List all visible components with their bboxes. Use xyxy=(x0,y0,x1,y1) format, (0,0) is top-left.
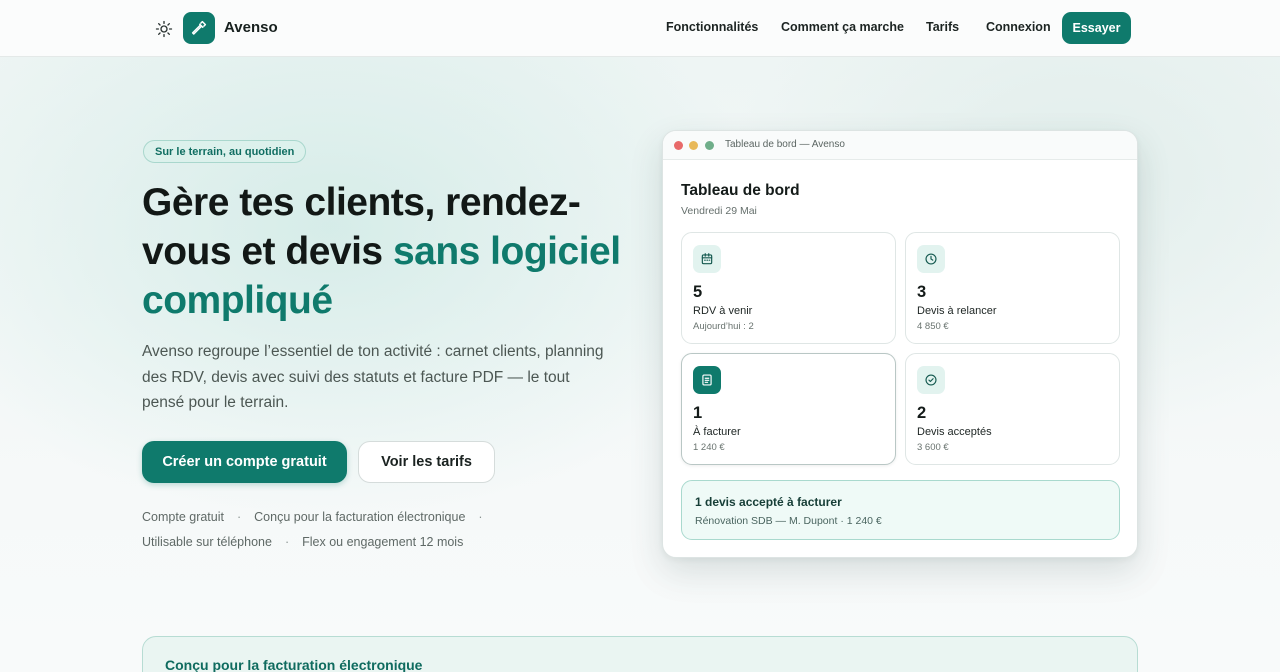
window-close-dot xyxy=(674,141,683,150)
alert-subtitle: Rénovation SDB — M. Dupont · 1 240 € xyxy=(695,515,882,527)
card-icon-container xyxy=(693,366,721,394)
section-title: Conçu pour la facturation électronique xyxy=(165,657,423,672)
card-value: 3 xyxy=(917,283,927,301)
theme-toggle-button[interactable] xyxy=(153,18,175,40)
window-title: Tableau de bord — Avenso xyxy=(725,139,845,150)
e-invoicing-section: Conçu pour la facturation électronique xyxy=(142,636,1138,672)
document-icon xyxy=(702,374,712,386)
window-titlebar: Tableau de bord — Avenso xyxy=(663,131,1137,160)
nav-try-button[interactable]: Essayer xyxy=(1062,12,1131,44)
stat-card-devis-acceptes[interactable]: 2 Devis acceptés 3 600 € xyxy=(905,353,1120,465)
alert-title: 1 devis accepté à facturer xyxy=(695,495,842,509)
hammer-icon xyxy=(191,20,207,35)
dashboard-preview-window: Tableau de bord — Avenso Tableau de bord… xyxy=(662,130,1138,558)
brand-name[interactable]: Avenso xyxy=(224,19,278,36)
hero-badge: Sur le terrain, au quotidien xyxy=(143,140,307,163)
nav-link-comment-ca-marche[interactable]: Comment ça marche xyxy=(781,20,904,34)
card-value: 5 xyxy=(693,283,703,301)
feature-separator: · xyxy=(284,535,290,549)
card-icon-container xyxy=(693,245,721,273)
card-label: Devis acceptés xyxy=(917,426,992,438)
card-icon-container xyxy=(917,245,945,273)
view-pricing-button[interactable]: Voir les tarifs xyxy=(358,441,495,483)
dashboard-title: Tableau de bord xyxy=(681,182,800,199)
window-minimize-dot xyxy=(689,141,698,150)
hero-headline: Gère tes clients, rendez-vous et devis s… xyxy=(142,178,642,325)
card-value: 1 xyxy=(693,404,703,422)
top-nav: Avenso Fonctionnalités Comment ça marche… xyxy=(0,0,1280,57)
nav-link-connexion[interactable]: Connexion xyxy=(986,20,1051,34)
stat-card-devis-relancer[interactable]: 3 Devis à relancer 4 850 € xyxy=(905,232,1120,344)
invoice-alert[interactable]: 1 devis accepté à facturer Rénovation SD… xyxy=(681,480,1120,540)
sun-icon xyxy=(155,20,173,38)
feature-separator: · xyxy=(236,510,242,524)
dashboard-date: Vendredi 29 Mai xyxy=(681,205,757,217)
card-subtext: Aujourd’hui : 2 xyxy=(693,321,754,332)
check-circle-icon xyxy=(925,374,937,386)
feature-list: Compte gratuit · Conçu pour la facturation… xyxy=(142,505,522,555)
card-value: 2 xyxy=(917,404,927,422)
card-subtext: 4 850 € xyxy=(917,321,949,332)
calendar-icon xyxy=(701,253,713,265)
card-icon-container xyxy=(917,366,945,394)
hero-description: Avenso regroupe l’essentiel de ton activ… xyxy=(142,343,604,411)
feature-item: Conçu pour la facturation électronique xyxy=(254,510,466,524)
stat-card-a-facturer[interactable]: 1 À facturer 1 240 € xyxy=(681,353,896,465)
card-subtext: 1 240 € xyxy=(693,442,725,453)
card-label: À facturer xyxy=(693,426,741,438)
card-label: Devis à relancer xyxy=(917,305,997,317)
stat-card-rdv[interactable]: 5 RDV à venir Aujourd’hui : 2 xyxy=(681,232,896,344)
card-subtext: 3 600 € xyxy=(917,442,949,453)
card-label: RDV à venir xyxy=(693,305,753,317)
window-maximize-dot xyxy=(705,141,714,150)
feature-item: Utilisable sur téléphone xyxy=(142,535,272,549)
feature-item: Flex ou engagement 12 mois xyxy=(302,535,464,549)
feature-separator: · xyxy=(478,510,483,524)
clock-icon xyxy=(925,253,937,265)
nav-link-fonctionnalites[interactable]: Fonctionnalités xyxy=(666,20,758,34)
create-account-button[interactable]: Créer un compte gratuit xyxy=(142,441,347,483)
feature-item: Compte gratuit xyxy=(142,510,224,524)
nav-link-tarifs[interactable]: Tarifs xyxy=(926,20,959,34)
brand-logo[interactable] xyxy=(183,12,215,44)
